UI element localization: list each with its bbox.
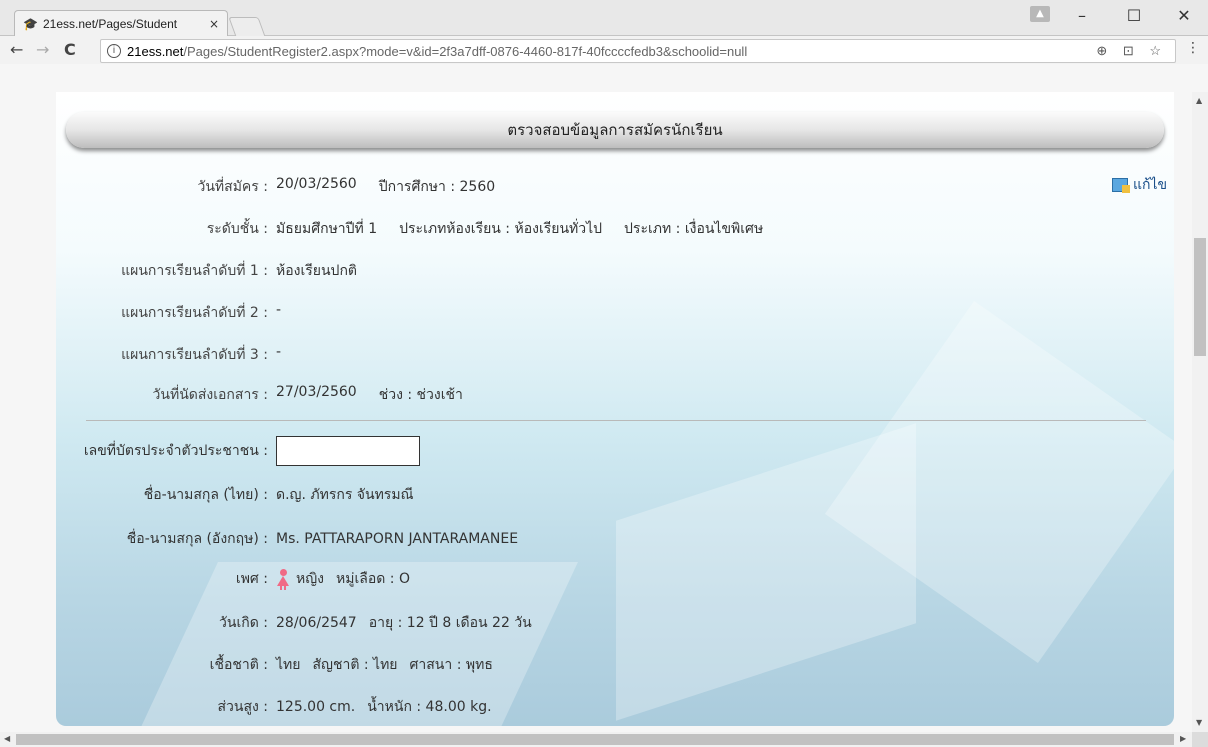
info-icon[interactable]: i xyxy=(107,44,121,58)
url-path: /Pages/StudentRegister2.aspx?mode=v&id=2… xyxy=(183,43,748,59)
birth-date: 28/06/2547 xyxy=(276,615,357,631)
field-label: ชื่อ-นามสกุล (อังกฤษ) : xyxy=(126,531,268,547)
grade-level: มัธยมศึกษาปีที่ 1 xyxy=(276,221,378,237)
tab-close-icon[interactable]: × xyxy=(209,17,219,31)
document-date: 27/03/2560 xyxy=(276,384,357,400)
profile-icon[interactable]: ▲ xyxy=(1030,6,1050,22)
row-application-date: วันที่สมัคร : 20/03/2560 ปีการศึกษา : 25… xyxy=(56,176,496,198)
female-icon xyxy=(276,569,290,590)
section-divider xyxy=(86,420,1146,421)
reload-button[interactable]: C xyxy=(64,40,76,59)
document-period: ช่วง : ช่วงเช้า xyxy=(378,387,463,403)
scroll-down-icon[interactable]: ▼ xyxy=(1196,718,1202,727)
edit-icon xyxy=(1112,178,1130,193)
weight: น้ำหนัก : 48.00 kg. xyxy=(367,699,492,715)
plan-3-value: - xyxy=(276,344,282,360)
edit-label: แก้ไข xyxy=(1133,177,1168,193)
field-label: ระดับชั้น : xyxy=(206,221,268,237)
field-label: แผนการเรียนลำดับที่ 3 : xyxy=(121,347,268,363)
field-label: วันที่สมัคร : xyxy=(197,179,269,195)
row-race: เชื้อชาติ : ไทย สัญชาติ : ไทย ศาสนา : พุ… xyxy=(0,654,493,676)
field-label: เลขที่บัตรประจำตัวประชาชน : xyxy=(83,443,268,459)
row-plan-3: แผนการเรียนลำดับที่ 3 : - xyxy=(56,344,281,366)
height-value: 125.00 cm. xyxy=(276,699,356,715)
religion: ศาสนา : พุทธ xyxy=(409,657,493,673)
name-thai: ด.ญ. ภัทรกร จันทรมณี xyxy=(276,487,414,503)
application-date: 20/03/2560 xyxy=(276,176,357,192)
field-label: ชื่อ-นามสกุล (ไทย) : xyxy=(143,487,268,503)
race-value: ไทย xyxy=(276,657,301,673)
row-plan-1: แผนการเรียนลำดับที่ 1 : ห้องเรียนปกติ xyxy=(56,260,357,282)
page-title: ตรวจสอบข้อมูลการสมัครนักเรียน xyxy=(66,112,1164,148)
field-label: วันที่นัดส่งเอกสาร : xyxy=(152,387,268,403)
row-national-id: เลขที่บัตรประจำตัวประชาชน : xyxy=(0,436,420,466)
maximize-button[interactable]: ☐ xyxy=(1114,6,1154,25)
sex-value: หญิง xyxy=(296,571,324,587)
academic-year: ปีการศึกษา : 2560 xyxy=(378,179,496,195)
field-label: วันเกิด : xyxy=(219,615,268,631)
close-window-button[interactable]: ✕ xyxy=(1164,6,1204,25)
page-top-margin xyxy=(0,64,1208,92)
application-type: ประเภท : เงื่อนไขพิเศษ xyxy=(624,221,764,237)
row-name-thai: ชื่อ-นามสกุล (ไทย) : ด.ญ. ภัทรกร จันทรมณ… xyxy=(0,484,414,506)
vertical-scrollbar[interactable]: ▲ ▼ xyxy=(1192,92,1208,732)
horizontal-scrollbar[interactable]: ◀ ▶ xyxy=(0,732,1192,747)
row-name-english: ชื่อ-นามสกุล (อังกฤษ) : Ms. PATTARAPORN … xyxy=(0,528,518,550)
age: อายุ : 12 ปี 8 เดือน 22 วัน xyxy=(368,615,532,631)
address-bar[interactable]: i 21ess.net /Pages/StudentRegister2.aspx… xyxy=(100,39,1176,63)
nationality: สัญชาติ : ไทย xyxy=(312,657,398,673)
row-plan-2: แผนการเรียนลำดับที่ 2 : - xyxy=(56,302,281,324)
address-bar-icons[interactable]: ⊕ ⊡ ☆ xyxy=(1096,43,1167,59)
back-button[interactable]: ← xyxy=(10,40,23,59)
name-english: Ms. PATTARAPORN JANTARAMANEE xyxy=(276,531,519,547)
field-label: เพศ : xyxy=(235,571,268,587)
page-viewport: ตรวจสอบข้อมูลการสมัครนักเรียน แก้ไข วันท… xyxy=(0,92,1192,732)
browser-menu-icon[interactable]: ⋮ xyxy=(1186,40,1200,56)
tab-strip: 🎓 21ess.net/Pages/Student × ▲ – ☐ ✕ xyxy=(0,0,1208,37)
plan-1-value: ห้องเรียนปกติ xyxy=(276,263,358,279)
scroll-up-icon[interactable]: ▲ xyxy=(1196,96,1202,105)
tab-title: 21ess.net/Pages/Student xyxy=(43,17,178,31)
edit-link[interactable]: แก้ไข xyxy=(1112,174,1167,196)
vertical-scroll-thumb[interactable] xyxy=(1194,238,1206,356)
horizontal-scroll-thumb[interactable] xyxy=(16,734,1174,745)
blood-type: หมู่เลือด : O xyxy=(336,571,410,587)
row-birthdate: วันเกิด : 28/06/2547 อายุ : 12 ปี 8 เดือ… xyxy=(0,612,532,634)
graduation-cap-icon: 🎓 xyxy=(23,17,38,31)
browser-tab[interactable]: 🎓 21ess.net/Pages/Student × xyxy=(14,10,228,37)
forward-button[interactable]: → xyxy=(36,40,49,59)
scroll-right-icon[interactable]: ▶ xyxy=(1180,734,1186,743)
row-height: ส่วนสูง : 125.00 cm. น้ำหนัก : 48.00 kg. xyxy=(0,696,492,718)
row-sex: เพศ : หญิง หมู่เลือด : O xyxy=(0,568,410,590)
url-host: 21ess.net xyxy=(127,43,184,59)
room-type: ประเภทห้องเรียน : ห้องเรียนทั่วไป xyxy=(399,221,603,237)
scrollbar-corner xyxy=(1192,732,1208,747)
row-level: ระดับชั้น : มัธยมศึกษาปีที่ 1 ประเภทห้อง… xyxy=(56,218,763,240)
field-label: ส่วนสูง : xyxy=(217,699,268,715)
field-label: แผนการเรียนลำดับที่ 1 : xyxy=(121,263,268,279)
new-tab-button[interactable] xyxy=(228,17,266,37)
plan-2-value: - xyxy=(276,302,282,318)
field-label: เชื้อชาติ : xyxy=(209,657,268,673)
national-id-box xyxy=(276,436,420,466)
browser-toolbar: ← → C i 21ess.net /Pages/StudentRegister… xyxy=(0,36,1208,64)
scroll-left-icon[interactable]: ◀ xyxy=(4,734,10,743)
field-label: แผนการเรียนลำดับที่ 2 : xyxy=(121,305,268,321)
minimize-button[interactable]: – xyxy=(1062,6,1102,25)
row-document-date: วันที่นัดส่งเอกสาร : 27/03/2560 ช่วง : ช… xyxy=(56,384,463,406)
